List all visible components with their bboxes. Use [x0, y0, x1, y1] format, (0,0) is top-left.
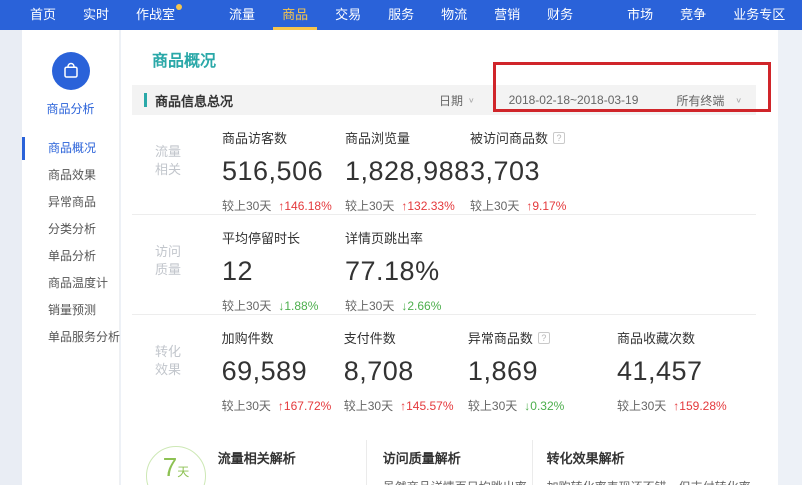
metric-detail-bounce-rate: 详情页跳出率 77.18% 较上30天↓2.66%: [345, 215, 470, 314]
help-icon[interactable]: ?: [553, 132, 565, 144]
sidebar-item-abnormal-products[interactable]: 异常商品: [22, 189, 119, 216]
metric-visited-products: 被访问商品数? 3,703 较上30天↑9.17%: [470, 115, 620, 214]
insight-visit-quality: 访问质量解析 虽然商品详情页日均跳出率比同行平均好，但平均停留时间低于同行平均，…: [366, 440, 532, 485]
sidebar-item-category-analysis[interactable]: 分类分析: [22, 216, 119, 243]
section-accent-bar: [144, 93, 147, 107]
metric-value: 1,828,988: [345, 156, 470, 187]
nav-item-trade[interactable]: 交易: [335, 0, 361, 30]
insight-body: 虽然商品详情页日均跳出率比同行平均好，但平均停留时间低于同行平均，请关注页面推荐…: [383, 478, 532, 485]
metric-product-favorites: 商品收藏次数 41,457 较上30天↑159.28%: [617, 315, 756, 414]
metric-value: 1,869: [468, 356, 617, 387]
sidebar-item-product-thermometer[interactable]: 商品温度计: [22, 270, 119, 297]
metric-group-label: 转化 效果: [132, 315, 222, 414]
chevron-down-icon: ∨: [468, 96, 475, 105]
change-up-indicator: ↑167.72%: [278, 399, 331, 413]
help-icon[interactable]: ?: [538, 332, 550, 344]
nav-item-marketing[interactable]: 营销: [494, 0, 520, 30]
insight-traffic: 流量相关解析: [218, 440, 366, 485]
filter-bar: 商品信息总况 日期 ∨ 2018-02-18~2018-03-19 所有终端 ∨: [132, 85, 756, 115]
sidebar-item-product-effect[interactable]: 商品效果: [22, 162, 119, 189]
metric-group-conversion: 转化 效果 加购件数 69,589 较上30天↑167.72% 支付件数 8,7…: [132, 314, 756, 414]
change-down-indicator: ↓0.32%: [524, 399, 564, 413]
change-up-indicator: ↑146.18%: [278, 199, 331, 213]
nav-item-war-room[interactable]: 作战室: [136, 0, 175, 30]
nav-item-traffic[interactable]: 流量: [229, 0, 255, 30]
left-background-strip: [0, 30, 22, 485]
metric-group-traffic: 流量 相关 商品访客数 516,506 较上30天↑146.18% 商品浏览量 …: [132, 115, 756, 214]
nav-item-finance[interactable]: 财务: [547, 0, 573, 30]
change-up-indicator: ↑9.17%: [526, 199, 566, 213]
metric-value: 516,506: [222, 156, 345, 187]
change-up-indicator: ↑132.33%: [401, 199, 454, 213]
metric-product-visitors: 商品访客数 516,506 较上30天↑146.18%: [222, 115, 345, 214]
sidebar-item-product-overview[interactable]: 商品概况: [22, 135, 119, 162]
metric-value: 69,589: [222, 356, 344, 387]
nav-item-products[interactable]: 商品: [282, 0, 308, 30]
metric-product-pageviews: 商品浏览量 1,828,988 较上30天↑132.33%: [345, 115, 470, 214]
notification-dot-icon: [176, 4, 182, 10]
page-title: 商品概况: [121, 30, 778, 85]
section-title: 商品信息总况: [144, 91, 233, 110]
nav-item-realtime[interactable]: 实时: [83, 0, 109, 30]
metric-group-label: 流量 相关: [132, 115, 222, 214]
sidebar-group-title: 商品分析: [22, 100, 119, 117]
date-type-dropdown[interactable]: 日期 ∨: [439, 92, 475, 109]
metric-group-visit-quality: 访问 质量 平均停留时长 12 较上30天↓1.88% 详情页跳出率 77.18…: [132, 214, 756, 314]
metric-abnormal-products: 异常商品数? 1,869 较上30天↓0.32%: [468, 315, 617, 414]
product-analysis-icon: [52, 52, 90, 90]
nav-item-service[interactable]: 服务: [388, 0, 414, 30]
main-content: 商品概况 商品信息总况 日期 ∨ 2018-02-18~2018-03-19 所…: [121, 30, 778, 485]
date-range-picker[interactable]: 2018-02-18~2018-03-19: [509, 93, 639, 107]
change-up-indicator: ↑145.57%: [400, 399, 453, 413]
change-up-indicator: ↑159.28%: [673, 399, 726, 413]
metric-cart-adds: 加购件数 69,589 较上30天↑167.72%: [222, 315, 344, 414]
nav-item-market[interactable]: 市场: [627, 0, 653, 30]
sidebar-header: 商品分析: [22, 30, 119, 135]
metric-avg-stay-duration: 平均停留时长 12 较上30天↓1.88%: [222, 215, 345, 314]
sidebar-item-sales-forecast[interactable]: 销量预测: [22, 297, 119, 324]
top-navigation: 首页 实时 作战室 流量 商品 交易 服务 物流 营销 财务 市场 竞争 业务专…: [0, 0, 802, 30]
metric-value: 41,457: [617, 356, 756, 387]
filter-controls: 日期 ∨ 2018-02-18~2018-03-19 所有终端 ∨: [439, 92, 742, 109]
sidebar-item-single-product-analysis[interactable]: 单品分析: [22, 243, 119, 270]
insights-section: 7天 数据解读 流量相关解析 访问质量解析 虽然商品详情页日均跳出率比同行平均好…: [132, 440, 756, 485]
metric-paid-items: 支付件数 8,708 较上30天↑145.57%: [344, 315, 468, 414]
sidebar: 商品分析 商品概况 商品效果 异常商品 分类分析 单品分析 商品温度计 销量预测…: [22, 30, 120, 485]
metric-value: 8,708: [344, 356, 468, 387]
nav-item-home[interactable]: 首页: [30, 0, 56, 30]
seven-day-badge: 7天 数据解读: [146, 446, 206, 485]
badge-container: 7天 数据解读: [132, 440, 218, 485]
insight-conversion: 转化效果解析 加购转化率表现还不错，但支付转化率低于同行平均，赶快到异常商品并结…: [532, 440, 756, 485]
change-down-indicator: ↓2.66%: [401, 299, 441, 313]
nav-item-business-zone[interactable]: 业务专区: [733, 0, 785, 30]
change-down-indicator: ↓1.88%: [278, 299, 318, 313]
chevron-down-icon: ∨: [735, 96, 742, 105]
metric-value: 77.18%: [345, 256, 470, 287]
nav-item-competition[interactable]: 竞争: [680, 0, 706, 30]
insight-body: 加购转化率表现还不错，但支付转化率低于同行平均，赶快到异常商品并结合使用商品温度…: [547, 478, 756, 485]
metric-value: 3,703: [470, 156, 620, 187]
sidebar-item-single-product-service[interactable]: 单品服务分析: [22, 324, 119, 351]
metric-value: 12: [222, 256, 345, 287]
metrics-panel: 流量 相关 商品访客数 516,506 较上30天↑146.18% 商品浏览量 …: [132, 115, 756, 414]
nav-item-logistics[interactable]: 物流: [441, 0, 467, 30]
terminal-dropdown[interactable]: 所有终端 ∨: [676, 92, 742, 109]
metric-group-label: 访问 质量: [132, 215, 222, 314]
